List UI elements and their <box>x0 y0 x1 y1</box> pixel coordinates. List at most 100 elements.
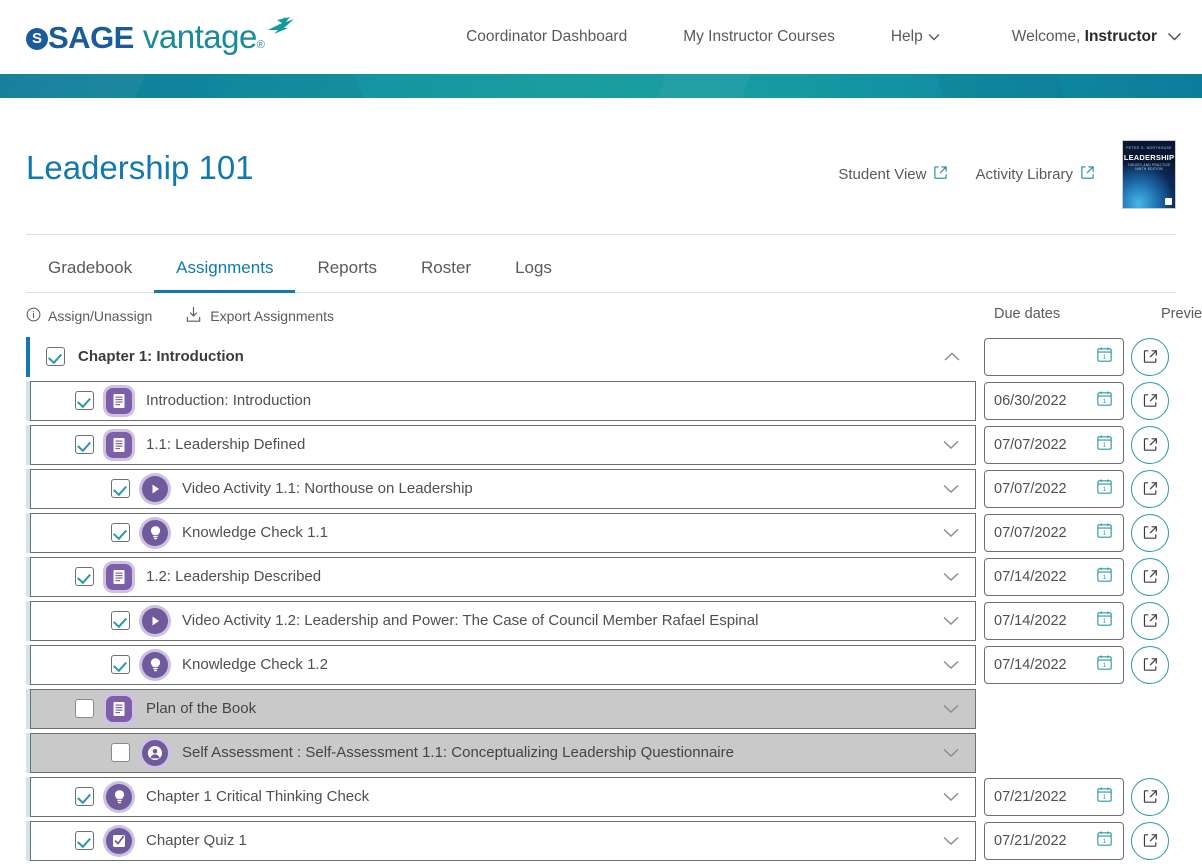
assignment-title: Self Assessment : Self-Assessment 1.1: C… <box>182 744 734 762</box>
assign-checkbox[interactable] <box>111 479 130 499</box>
due-date-value: 07/14/2022 <box>994 656 1067 673</box>
course-book-cover-thumbnail[interactable]: PETER G. NORTHOUSE LEADERSHIP THEORY AND… <box>1122 139 1176 209</box>
nav-coordinator-dashboard[interactable]: Coordinator Dashboard <box>466 28 627 46</box>
tab-reports[interactable]: Reports <box>295 238 399 292</box>
chevron-up-icon[interactable] <box>944 352 960 362</box>
calendar-icon[interactable]: 1 <box>1095 829 1114 852</box>
chevron-down-icon[interactable] <box>943 704 959 714</box>
calendar-icon[interactable]: 1 <box>1095 565 1114 588</box>
activity-library-link[interactable]: Activity Library <box>975 165 1095 184</box>
calendar-icon[interactable]: 1 <box>1095 433 1114 456</box>
assign-checkbox[interactable] <box>75 435 94 455</box>
assignment-row[interactable]: Knowledge Check 1.1 07/07/2022 1 <box>26 512 1176 553</box>
assign-checkbox[interactable] <box>46 347 65 367</box>
welcome-label: Welcome, Instructor <box>1012 28 1157 46</box>
preview-button[interactable] <box>1131 601 1169 640</box>
assignment-row[interactable]: Video Activity 1.2: Leadership and Power… <box>26 600 1176 641</box>
account-menu-chevron-down-icon[interactable] <box>1167 28 1182 46</box>
row-content: Knowledge Check 1.1 <box>30 512 976 553</box>
assignment-row[interactable]: Knowledge Check 1.2 07/14/2022 1 <box>26 644 1176 685</box>
assignment-row[interactable]: Introduction: Introduction 06/30/2022 1 <box>26 380 1176 421</box>
row-content: Introduction: Introduction <box>30 380 976 421</box>
assign-checkbox[interactable] <box>111 655 130 675</box>
due-date-cell: 06/30/2022 1 <box>984 381 1124 420</box>
tab-roster[interactable]: Roster <box>399 238 493 292</box>
calendar-icon[interactable]: 1 <box>1095 345 1114 368</box>
preview-cell <box>1124 557 1176 596</box>
preview-cell <box>1124 777 1176 816</box>
assign-unassign-button[interactable]: Assign/Unassign <box>26 307 152 325</box>
assignment-row[interactable]: Self Assessment : Self-Assessment 1.1: C… <box>26 732 1176 773</box>
preview-button[interactable] <box>1131 777 1169 816</box>
due-date-input[interactable]: 07/14/2022 1 <box>984 557 1124 596</box>
chevron-down-icon[interactable] <box>943 660 959 670</box>
preview-cell <box>1124 425 1176 464</box>
due-date-input[interactable]: 07/07/2022 1 <box>984 513 1124 552</box>
assign-checkbox[interactable] <box>111 523 130 543</box>
calendar-icon[interactable]: 1 <box>1095 389 1114 412</box>
due-date-input[interactable]: 07/21/2022 1 <box>984 821 1124 860</box>
svg-text:1: 1 <box>1103 442 1107 449</box>
student-view-link[interactable]: Student View <box>838 165 948 184</box>
tab-gradebook[interactable]: Gradebook <box>26 238 154 292</box>
assignments-list: Chapter 1: Introduction 1 Introduction: In… <box>26 336 1176 861</box>
tab-logs[interactable]: Logs <box>493 238 574 292</box>
preview-button[interactable] <box>1131 381 1169 420</box>
chevron-down-icon[interactable] <box>943 836 959 846</box>
assignment-row[interactable]: 1.2: Leadership Described 07/14/2022 1 <box>26 556 1176 597</box>
due-date-input[interactable]: 07/21/2022 1 <box>984 777 1124 816</box>
assign-checkbox[interactable] <box>75 787 94 807</box>
chevron-down-icon[interactable] <box>943 484 959 494</box>
assignments-toolbar: Assign/Unassign Export Assignments Due d… <box>26 293 1202 337</box>
logo-sage-text: SAGE <box>48 20 134 55</box>
row-content: Video Activity 1.2: Leadership and Power… <box>30 600 976 641</box>
assign-checkbox[interactable] <box>75 831 94 851</box>
sage-vantage-logo[interactable]: SAGE vantage ® <box>26 17 296 56</box>
preview-button[interactable] <box>1131 425 1169 464</box>
page-title: Leadership 101 <box>26 149 254 187</box>
student-view-label: Student View <box>838 165 927 183</box>
chevron-down-icon[interactable] <box>943 440 959 450</box>
assign-checkbox[interactable] <box>75 699 94 719</box>
due-date-input[interactable]: 06/30/2022 1 <box>984 381 1124 420</box>
calendar-icon[interactable]: 1 <box>1095 785 1114 808</box>
preview-button[interactable] <box>1131 469 1169 508</box>
calendar-icon[interactable]: 1 <box>1095 477 1114 500</box>
preview-button[interactable] <box>1131 513 1169 552</box>
calendar-icon[interactable]: 1 <box>1095 521 1114 544</box>
assign-checkbox[interactable] <box>75 391 94 411</box>
preview-button[interactable] <box>1131 645 1169 684</box>
assignment-row[interactable]: Chapter 1 Critical Thinking Check 07/21/2… <box>26 776 1176 817</box>
chevron-down-icon[interactable] <box>943 616 959 626</box>
due-date-input[interactable]: 07/14/2022 1 <box>984 645 1124 684</box>
assignment-row[interactable]: 1.1: Leadership Defined 07/07/2022 1 <box>26 424 1176 465</box>
assignment-row[interactable]: Chapter Quiz 1 07/21/2022 1 <box>26 820 1176 861</box>
assign-checkbox[interactable] <box>75 567 94 587</box>
preview-button[interactable] <box>1131 557 1169 596</box>
export-assignments-button[interactable]: Export Assignments <box>184 305 334 327</box>
nav-help[interactable]: Help <box>891 28 940 46</box>
assignment-title: Video Activity 1.1: Northouse on Leaders… <box>182 480 473 498</box>
due-date-input[interactable]: 07/07/2022 1 <box>984 425 1124 464</box>
due-date-input[interactable]: 1 <box>984 337 1124 376</box>
calendar-icon[interactable]: 1 <box>1095 609 1114 632</box>
assignment-row[interactable]: Plan of the Book <box>26 688 1176 729</box>
tab-assignments[interactable]: Assignments <box>154 238 296 293</box>
preview-button[interactable] <box>1131 821 1169 860</box>
calendar-icon[interactable]: 1 <box>1095 653 1114 676</box>
due-date-input[interactable]: 07/14/2022 1 <box>984 601 1124 640</box>
due-date-input[interactable]: 07/07/2022 1 <box>984 469 1124 508</box>
preview-button[interactable] <box>1131 337 1169 376</box>
chapter-row[interactable]: Chapter 1: Introduction 1 <box>26 336 1176 377</box>
chevron-down-icon[interactable] <box>943 572 959 582</box>
assignment-row[interactable]: Video Activity 1.1: Northouse on Leaders… <box>26 468 1176 509</box>
nav-my-instructor-courses[interactable]: My Instructor Courses <box>683 28 835 46</box>
lightbulb-icon <box>142 651 168 678</box>
chevron-down-icon[interactable] <box>943 748 959 758</box>
assign-checkbox[interactable] <box>111 611 130 631</box>
assign-checkbox[interactable] <box>111 743 130 763</box>
preview-cell <box>1124 821 1176 860</box>
chevron-down-icon[interactable] <box>943 528 959 538</box>
chevron-down-icon[interactable] <box>943 792 959 802</box>
svg-text:1: 1 <box>1103 838 1107 845</box>
